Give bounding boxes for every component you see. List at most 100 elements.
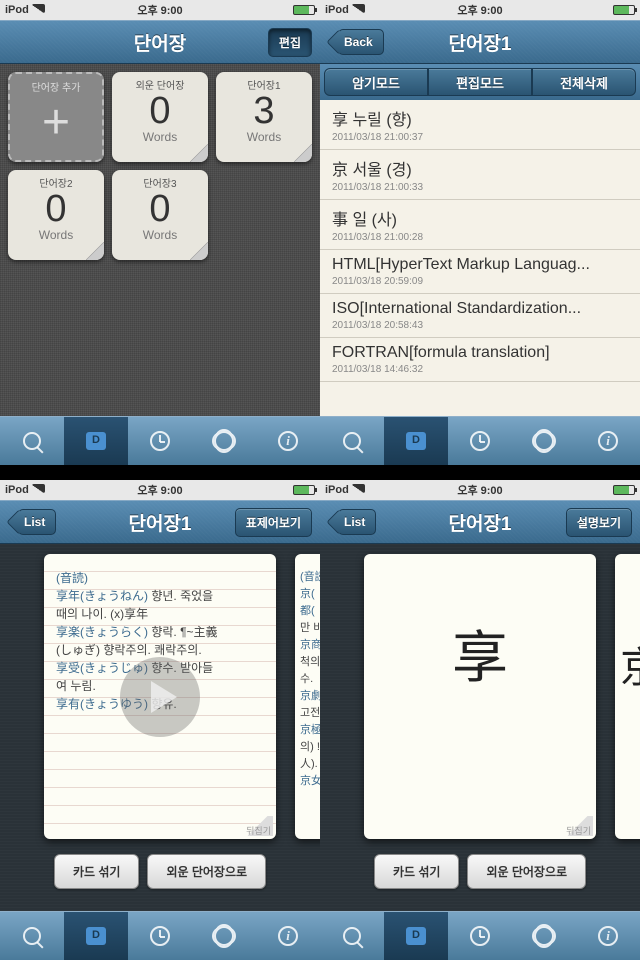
list-item[interactable]: 享 누릴 (향)2011/03/18 21:00:37	[320, 100, 640, 150]
page-title: 단어장1	[128, 509, 191, 536]
wordbook-card[interactable]: 단어장1 3 Words	[216, 72, 312, 162]
status-time: 오후 9:00	[457, 482, 502, 498]
add-wordbook-card[interactable]: 단어장 추가 +	[8, 72, 104, 162]
status-bar: iPod 오후 9:00	[320, 0, 640, 20]
tab-info[interactable]: i	[576, 417, 640, 465]
seg-memorize[interactable]: 암기모드	[324, 68, 428, 96]
tab-search[interactable]	[320, 417, 384, 465]
tab-search[interactable]	[0, 417, 64, 465]
status-time: 오후 9:00	[457, 2, 502, 18]
search-icon	[343, 432, 361, 450]
study-card[interactable]: 享 뒤집기	[364, 554, 596, 839]
tab-search[interactable]	[320, 912, 384, 960]
clock-icon	[150, 926, 170, 946]
flip-button[interactable]: 뒤집기	[563, 816, 593, 836]
list-item[interactable]: ISO[International Standardization...2011…	[320, 294, 640, 338]
dictionary-icon	[406, 927, 426, 945]
navbar: List 단어장1 설명보기	[320, 500, 640, 544]
list-button[interactable]: List	[18, 509, 56, 535]
headword-char: 享	[376, 649, 584, 667]
action-buttons: 카드 섞기 외운 단어장으로	[0, 854, 320, 889]
wordbook-card[interactable]: 단어장2 0 Words	[8, 170, 104, 260]
page-title: 단어장	[134, 29, 186, 56]
list-button[interactable]: List	[338, 509, 376, 535]
wordbook-card[interactable]: 단어장3 0 Words	[112, 170, 208, 260]
search-icon	[23, 927, 41, 945]
page-curl-icon	[190, 242, 208, 260]
tab-bar: i	[320, 416, 640, 465]
list-item[interactable]: 京 서울 (경)2011/03/18 21:00:33	[320, 150, 640, 200]
info-icon: i	[278, 431, 298, 451]
flip-button[interactable]: 뒤집기	[243, 816, 273, 836]
tab-settings[interactable]	[192, 912, 256, 960]
screen-card-headword: iPod 오후 9:00 List 단어장1 설명보기 享 뒤집기 京 카드 섞…	[320, 480, 640, 960]
dictionary-icon	[86, 927, 106, 945]
tab-info[interactable]: i	[256, 417, 320, 465]
card-area: (音読) 享年(きょうねん) 향년. 죽었을 때의 나이. (x)享年 享楽(き…	[0, 544, 320, 911]
tab-settings[interactable]	[512, 912, 576, 960]
search-icon	[343, 927, 361, 945]
screen-wordbook-detail: iPod 오후 9:00 Back 단어장1 암기모드 편집모드 전체삭제 享 …	[320, 0, 640, 480]
play-icon[interactable]	[120, 657, 200, 737]
page-curl-icon	[190, 144, 208, 162]
navbar: 단어장 편집	[0, 20, 320, 64]
clock-icon	[470, 431, 490, 451]
list-item[interactable]: 事 일 (사)2011/03/18 21:00:28	[320, 200, 640, 250]
action-buttons: 카드 섞기 외운 단어장으로	[320, 854, 640, 889]
navbar: List 단어장1 표제어보기	[0, 500, 320, 544]
tab-settings[interactable]	[192, 417, 256, 465]
next-card-peek[interactable]: 京	[615, 554, 640, 839]
tab-history[interactable]	[128, 912, 192, 960]
seg-delete-all[interactable]: 전체삭제	[532, 68, 636, 96]
show-description-button[interactable]: 설명보기	[566, 508, 632, 537]
study-card[interactable]: (音読) 享年(きょうねん) 향년. 죽었을 때의 나이. (x)享年 享楽(き…	[44, 554, 276, 839]
status-time: 오후 9:00	[137, 482, 182, 498]
battery-icon	[613, 485, 635, 495]
navbar: Back 단어장1	[320, 20, 640, 64]
plus-icon: +	[42, 99, 70, 147]
battery-icon	[293, 485, 315, 495]
wordbook-card[interactable]: 외운 단어장 0 Words	[112, 72, 208, 162]
list-item[interactable]: FORTRAN[formula translation]2011/03/18 1…	[320, 338, 640, 382]
tab-bar: i	[320, 911, 640, 960]
tab-info[interactable]: i	[576, 912, 640, 960]
tab-dictionary[interactable]	[384, 417, 448, 465]
status-bar: iPod 오후 9:00	[320, 480, 640, 500]
tab-dictionary[interactable]	[64, 417, 128, 465]
segment-control: 암기모드 편집모드 전체삭제	[320, 64, 640, 100]
tab-history[interactable]	[448, 417, 512, 465]
wifi-icon	[32, 484, 45, 493]
page-curl-icon	[294, 144, 312, 162]
move-learned-button[interactable]: 외운 단어장으로	[147, 854, 266, 889]
tab-history[interactable]	[448, 912, 512, 960]
shuffle-button[interactable]: 카드 섞기	[54, 854, 140, 889]
screen-card-definition: iPod 오후 9:00 List 단어장1 표제어보기 (音読) 享年(きょう…	[0, 480, 320, 960]
edit-button[interactable]: 편집	[268, 28, 312, 57]
wifi-icon	[32, 4, 45, 13]
clock-icon	[150, 431, 170, 451]
back-button[interactable]: Back	[338, 29, 384, 55]
list-item[interactable]: HTML[HyperText Markup Languag...2011/03/…	[320, 250, 640, 294]
move-learned-button[interactable]: 외운 단어장으로	[467, 854, 586, 889]
tab-info[interactable]: i	[256, 912, 320, 960]
tab-settings[interactable]	[512, 417, 576, 465]
gear-icon	[534, 926, 554, 946]
tab-history[interactable]	[128, 417, 192, 465]
seg-edit[interactable]: 편집모드	[428, 68, 532, 96]
tab-dictionary[interactable]	[384, 912, 448, 960]
tab-search[interactable]	[0, 912, 64, 960]
wordbook-grid: 단어장 추가 + 외운 단어장 0 Words 단어장1 3 Words 단어장…	[0, 64, 320, 416]
dictionary-icon	[406, 432, 426, 450]
page-title: 단어장1	[448, 29, 511, 56]
show-headword-button[interactable]: 표제어보기	[235, 508, 312, 537]
word-list[interactable]: 享 누릴 (향)2011/03/18 21:00:37 京 서울 (경)2011…	[320, 100, 640, 416]
page-title: 단어장1	[448, 509, 511, 536]
tab-bar: i	[0, 416, 320, 465]
card-area: 享 뒤집기 京 카드 섞기 외운 단어장으로	[320, 544, 640, 911]
status-time: 오후 9:00	[137, 2, 182, 18]
tab-dictionary[interactable]	[64, 912, 128, 960]
battery-icon	[613, 5, 635, 15]
next-card-peek[interactable]: (音読)京(都(만 비京商척의수.京劇고전京極의) !人).京女	[295, 554, 320, 839]
gear-icon	[534, 431, 554, 451]
shuffle-button[interactable]: 카드 섞기	[374, 854, 460, 889]
